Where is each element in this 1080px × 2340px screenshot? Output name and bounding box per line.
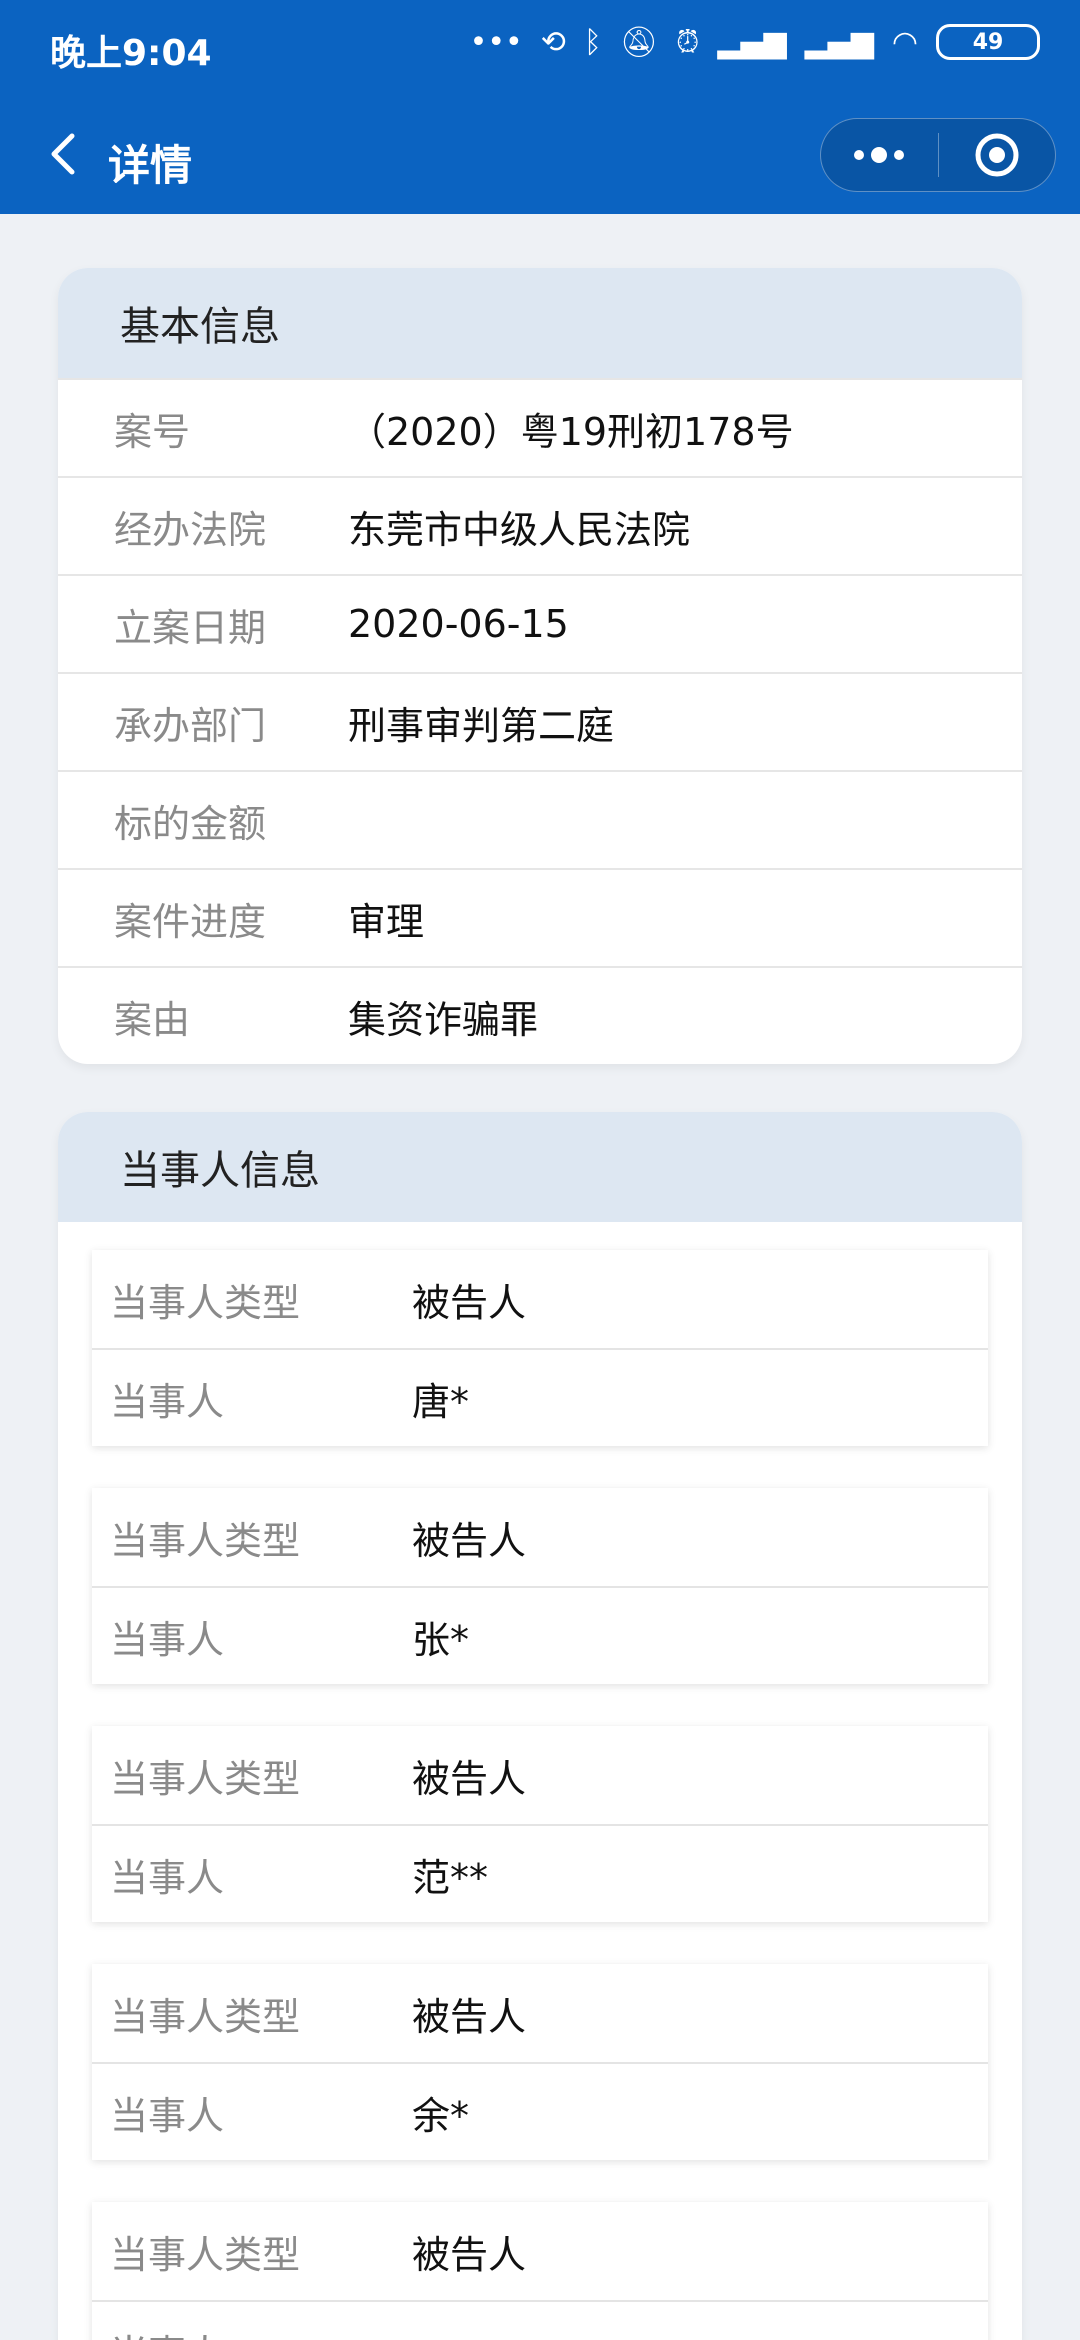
party-name-label: 当事人 bbox=[110, 1617, 225, 1662]
party-name-label: 当事人 bbox=[110, 1855, 225, 1900]
party-name-value: 余* bbox=[412, 2093, 470, 2138]
party-type-value: 被告人 bbox=[412, 1994, 527, 2039]
info-label: 承办部门 bbox=[114, 703, 267, 748]
party-type-label: 当事人类型 bbox=[110, 1994, 301, 2039]
status-icons: ••• ⟲ ᛒ 🔕︎ ⏰︎ ▂▄▆ ▂▄▆ ◠ 49 bbox=[470, 24, 1040, 60]
parties-header: 当事人信息 bbox=[58, 1112, 1022, 1222]
info-value: 集资诈骗罪 bbox=[348, 997, 539, 1042]
party-type-row: 当事人类型 被告人 bbox=[92, 1964, 988, 2062]
party-item: 当事人类型 被告人 当事人 范** bbox=[92, 1726, 988, 1922]
target-close-icon bbox=[975, 133, 1019, 177]
info-value: 审理 bbox=[348, 899, 425, 944]
party-item: 当事人类型 被告人 当事人 唐* bbox=[92, 1250, 988, 1446]
info-value: 东莞市中级人民法院 bbox=[348, 507, 691, 552]
status-time: 晚上9:04 bbox=[50, 33, 212, 74]
info-value: 刑事审判第二庭 bbox=[348, 703, 615, 748]
info-row-court: 经办法院 东莞市中级人民法院 bbox=[58, 476, 1022, 574]
back-button[interactable] bbox=[34, 124, 94, 184]
info-row-progress: 案件进度 审理 bbox=[58, 868, 1022, 966]
info-label: 标的金额 bbox=[114, 801, 267, 846]
info-value: 2020-06-15 bbox=[348, 602, 569, 646]
info-row-cause: 案由 集资诈骗罪 bbox=[58, 966, 1022, 1064]
party-name-label: 当事人 bbox=[110, 2093, 225, 2138]
wifi-icon: ◠ bbox=[891, 24, 918, 60]
signal-icon: ▂▄▆ bbox=[717, 24, 787, 60]
info-label: 案号 bbox=[114, 409, 191, 454]
info-label: 案件进度 bbox=[114, 899, 267, 944]
party-name-row: 当事人 bbox=[92, 2300, 988, 2340]
page-content: 基本信息 案号 （2020）粤19刑初178号 经办法院 东莞市中级人民法院 立… bbox=[0, 214, 1080, 2340]
party-name-label: 当事人 bbox=[110, 1379, 225, 1424]
party-type-row: 当事人类型 被告人 bbox=[92, 2202, 988, 2300]
party-type-value: 被告人 bbox=[412, 2232, 527, 2277]
parties-card: 当事人信息 当事人类型 被告人 当事人 唐* 当事人类型 被告人 当事人 张* bbox=[58, 1112, 1022, 2340]
more-dots-icon: ••• bbox=[469, 24, 523, 60]
basic-info-card: 基本信息 案号 （2020）粤19刑初178号 经办法院 东莞市中级人民法院 立… bbox=[58, 268, 1022, 1064]
party-type-value: 被告人 bbox=[412, 1518, 527, 1563]
party-name-row: 当事人 余* bbox=[92, 2062, 988, 2160]
info-row-case-number: 案号 （2020）粤19刑初178号 bbox=[58, 378, 1022, 476]
info-row-department: 承办部门 刑事审判第二庭 bbox=[58, 672, 1022, 770]
party-type-value: 被告人 bbox=[412, 1756, 527, 1801]
bluetooth-icon: ᛒ bbox=[583, 24, 602, 60]
info-row-amount: 标的金额 bbox=[58, 770, 1022, 868]
party-item: 当事人类型 被告人 当事人 余* bbox=[92, 1964, 988, 2160]
basic-info-header: 基本信息 bbox=[58, 268, 1022, 378]
more-icon bbox=[854, 147, 905, 163]
party-type-row: 当事人类型 被告人 bbox=[92, 1488, 988, 1586]
miniprogram-capsule bbox=[820, 118, 1056, 192]
info-value: （2020）粤19刑初178号 bbox=[348, 409, 794, 454]
info-label: 案由 bbox=[114, 997, 191, 1042]
more-button[interactable] bbox=[821, 118, 938, 192]
sync-icon: ⟲ bbox=[540, 24, 566, 60]
party-type-label: 当事人类型 bbox=[110, 1756, 301, 1801]
party-name-value: 张* bbox=[412, 1617, 470, 1662]
party-name-row: 当事人 范** bbox=[92, 1824, 988, 1922]
party-type-row: 当事人类型 被告人 bbox=[92, 1726, 988, 1824]
mute-icon: 🔕︎ bbox=[619, 24, 658, 60]
battery-icon: 49 bbox=[936, 24, 1040, 60]
party-type-label: 当事人类型 bbox=[110, 1518, 301, 1563]
battery-level: 49 bbox=[972, 29, 1004, 55]
party-name-value: 范** bbox=[412, 1855, 489, 1900]
party-item: 当事人类型 被告人 当事人 张* bbox=[92, 1488, 988, 1684]
party-type-label: 当事人类型 bbox=[110, 1280, 301, 1325]
party-name-row: 当事人 张* bbox=[92, 1586, 988, 1684]
party-type-row: 当事人类型 被告人 bbox=[92, 1250, 988, 1348]
party-item: 当事人类型 被告人 当事人 bbox=[92, 2202, 988, 2340]
party-type-value: 被告人 bbox=[412, 1280, 527, 1325]
close-button[interactable] bbox=[938, 118, 1055, 192]
status-bar: 晚上9:04 ••• ⟲ ᛒ 🔕︎ ⏰︎ ▂▄▆ ▂▄▆ ◠ 49 bbox=[0, 0, 1080, 96]
party-type-label: 当事人类型 bbox=[110, 2232, 301, 2277]
party-name-label: 当事人 bbox=[92, 2323, 412, 2340]
party-name-value: 唐* bbox=[412, 1379, 470, 1424]
page-title: 详情 bbox=[108, 141, 193, 190]
navigation-bar: 详情 bbox=[0, 96, 1080, 214]
chevron-left-icon bbox=[51, 133, 75, 175]
info-row-filing-date: 立案日期 2020-06-15 bbox=[58, 574, 1022, 672]
signal-icon-2: ▂▄▆ bbox=[804, 24, 874, 60]
alarm-icon: ⏰︎ bbox=[675, 24, 700, 60]
info-label: 立案日期 bbox=[114, 605, 267, 650]
info-label: 经办法院 bbox=[114, 507, 267, 552]
party-name-row: 当事人 唐* bbox=[92, 1348, 988, 1446]
